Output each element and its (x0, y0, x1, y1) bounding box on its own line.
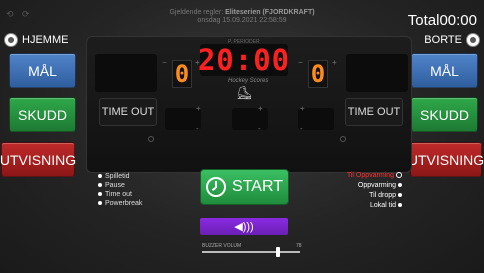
option-lokal-tid[interactable]: Lokal tid (347, 201, 402, 211)
away-indicator-dot (340, 136, 346, 142)
option-til-dropp[interactable]: Til dropp (347, 191, 402, 201)
away-score[interactable]: 0 (308, 60, 328, 88)
away-goal-button[interactable]: MÅL (411, 53, 478, 88)
home-penalty-panel (95, 54, 157, 92)
clock-icon (206, 177, 227, 197)
rules-label: Gjeldende regler: (169, 9, 224, 16)
home-team-name: HJEMME (22, 34, 69, 46)
away-score-minus[interactable]: − (298, 58, 303, 67)
away-team-header: BORTE (424, 33, 480, 47)
plus-icon[interactable]: + (258, 104, 263, 113)
home-goal-button[interactable]: MÅL (9, 53, 76, 88)
total-time-display: Total00:00 (408, 12, 477, 29)
main-clock: 20:00 (197, 43, 291, 77)
away-shots-button[interactable]: SKUDD (411, 97, 478, 132)
option-spilletid[interactable]: Spilletid (98, 172, 142, 181)
away-penalty-button[interactable]: UTVISNING (408, 142, 484, 177)
home-score[interactable]: 0 (172, 60, 192, 88)
option-oppvarming[interactable]: Oppvarming (347, 181, 402, 191)
total-time: 00:00 (439, 12, 477, 29)
plus-icon[interactable]: + (196, 104, 201, 113)
volume-label: BUZZER VOLUM (202, 243, 242, 249)
home-score-minus[interactable]: − (162, 58, 167, 67)
home-timeout-button[interactable]: TIME OUT (99, 98, 157, 126)
option-powerbreak[interactable]: Powerbreak (98, 199, 142, 208)
main-clock-panel[interactable]: 20:00 (197, 43, 291, 77)
home-team-header: HJEMME (4, 33, 68, 47)
minus-icon[interactable]: - (258, 124, 261, 133)
start-label: START (232, 178, 283, 195)
home-shots-button[interactable]: SKUDD (9, 97, 76, 132)
volume-value: 78 (296, 243, 302, 249)
volume-slider-thumb[interactable] (276, 247, 280, 257)
option-pause[interactable]: Pause (98, 181, 142, 190)
away-score-plus[interactable]: + (332, 58, 337, 67)
minus-icon[interactable]: - (300, 124, 303, 133)
home-penalty-button[interactable]: UTVISNING (0, 142, 76, 177)
hockey-player-icon: ⛸ (236, 85, 253, 100)
plus-icon[interactable]: + (300, 104, 305, 113)
team-logo-icon (466, 33, 480, 47)
away-timeout-button[interactable]: TIME OUT (345, 98, 403, 126)
right-options-list: Til Oppvarming Oppvarming Til dropp Loka… (347, 171, 402, 211)
brand-label: Hockey Scores (228, 78, 269, 84)
option-time-out[interactable]: Time out (98, 190, 142, 199)
left-options-list: Spilletid Pause Time out Powerbreak (98, 172, 142, 208)
minus-icon[interactable]: - (196, 124, 199, 133)
option-til-oppvarming[interactable]: Til Oppvarming (347, 171, 402, 181)
volume-slider-track[interactable] (202, 251, 300, 253)
start-button[interactable]: START (200, 169, 289, 205)
away-penalty-panel (346, 54, 408, 92)
team-logo-icon (4, 33, 18, 47)
home-indicator-dot (148, 136, 154, 142)
total-label: Total (407, 12, 440, 29)
away-team-name: BORTE (424, 34, 462, 46)
buzzer-button[interactable]: ◀︎))) (200, 218, 288, 235)
speaker-icon: ◀︎))) (234, 221, 254, 233)
rules-value: Eliteserien (FJORDKRAFT) (225, 9, 315, 16)
